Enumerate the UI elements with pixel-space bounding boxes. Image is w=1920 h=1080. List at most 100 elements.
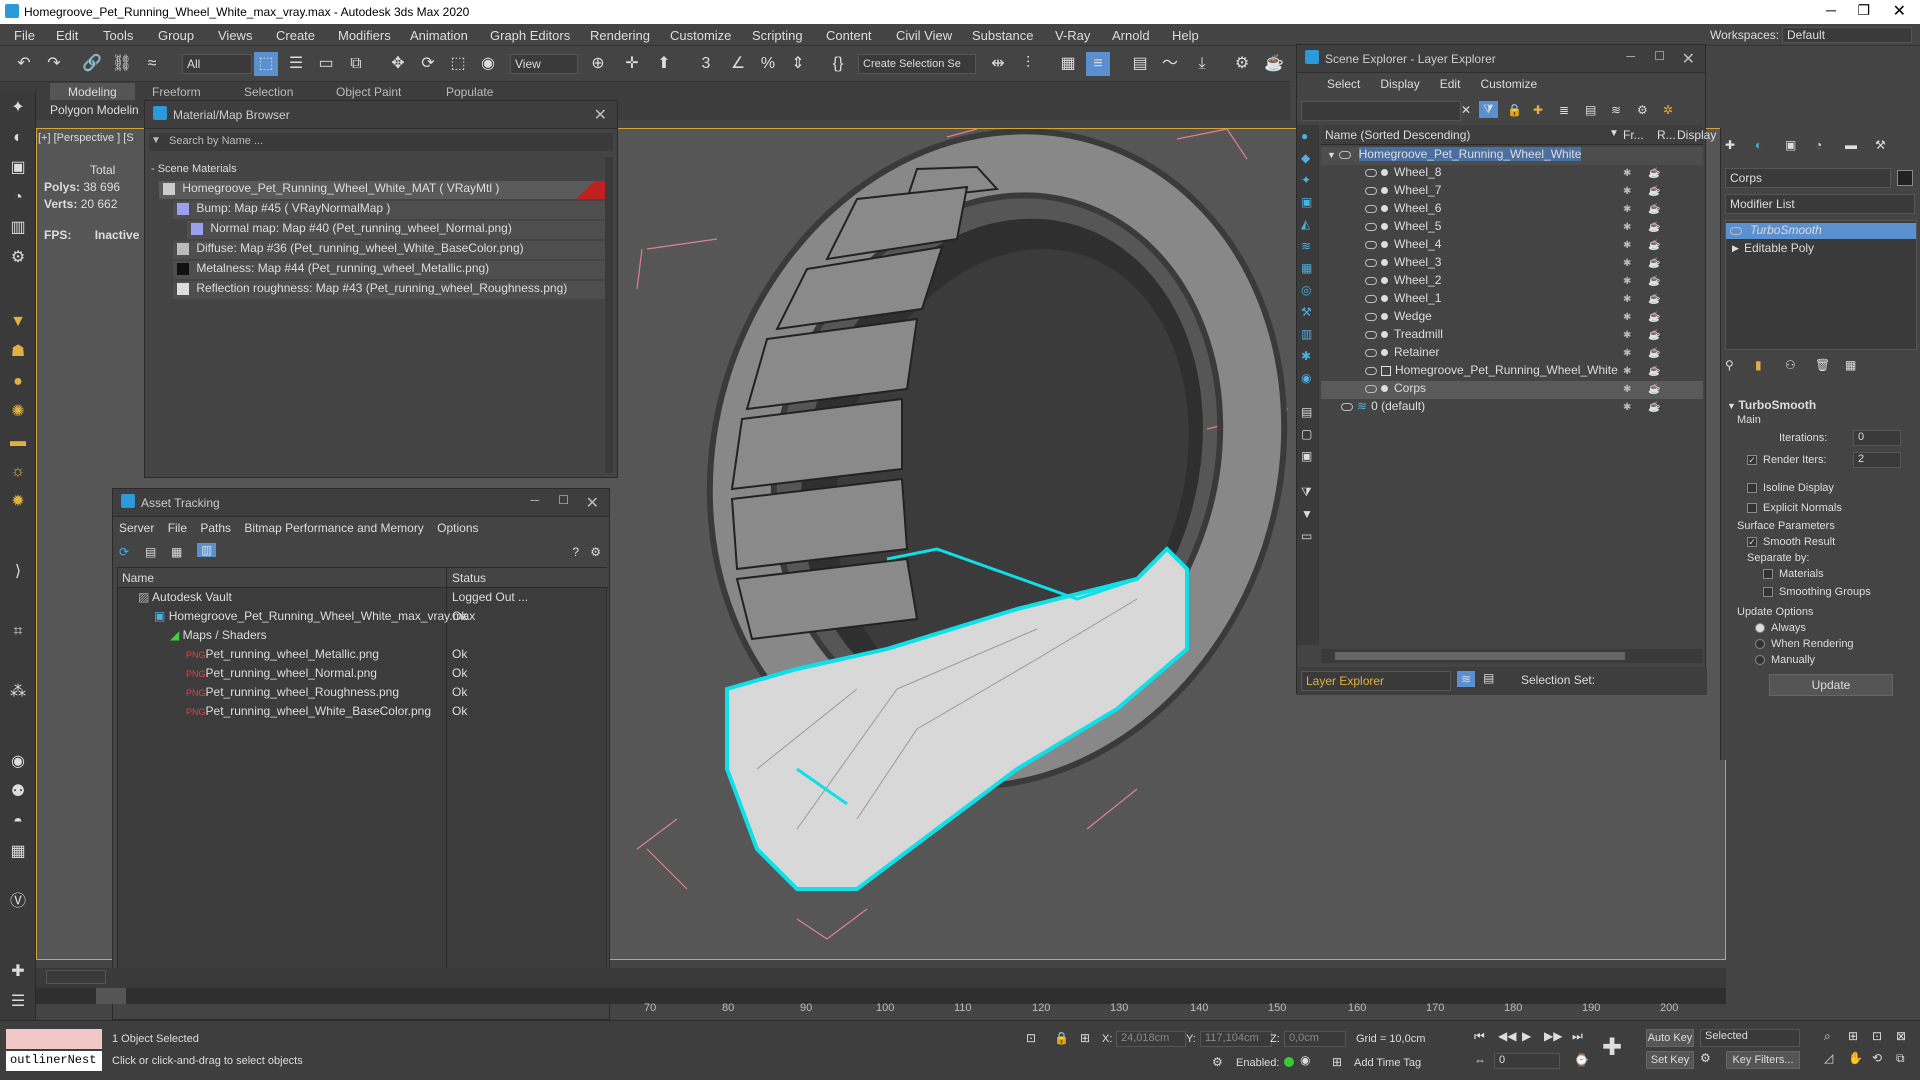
- display-all-icon[interactable]: ▤: [1301, 405, 1312, 419]
- grid-icon[interactable]: ▦: [6, 840, 30, 864]
- pin-stack-icon[interactable]: ⚲: [1725, 358, 1734, 372]
- auto-key-button[interactable]: Auto Key: [1646, 1029, 1694, 1047]
- when-rendering-row[interactable]: When Rendering: [1755, 638, 1854, 650]
- scene-search-input[interactable]: [1301, 101, 1461, 121]
- menu-scripting[interactable]: Scripting: [752, 28, 803, 43]
- minimize-icon[interactable]: ─: [1826, 2, 1836, 18]
- smooth-result-checkbox[interactable]: ✓: [1747, 537, 1757, 548]
- table-row[interactable]: PNGPet_running_wheel_White_BaseColor.png: [186, 704, 431, 722]
- placement-icon[interactable]: ◉: [476, 52, 500, 76]
- menu-arnold[interactable]: Arnold: [1112, 28, 1150, 43]
- eye-icon[interactable]: [1365, 222, 1377, 231]
- keyboard-shortcut-icon[interactable]: ⬆: [652, 52, 676, 76]
- tab-freeform[interactable]: Freeform: [152, 83, 201, 100]
- stack-item-editable-poly[interactable]: ▶ Editable Poly: [1726, 241, 1916, 257]
- scale-icon[interactable]: ⬚: [446, 52, 470, 76]
- track-bar-cursor[interactable]: [96, 988, 126, 1004]
- explicit-normals-row[interactable]: Explicit Normals: [1747, 502, 1842, 514]
- tree-item[interactable]: Wheel_2: [1365, 273, 1441, 291]
- col-name[interactable]: Name: [122, 571, 154, 585]
- expand-icon[interactable]: ▼: [1327, 150, 1336, 160]
- zoom-all-icon[interactable]: ⊞: [1848, 1029, 1858, 1043]
- eye-icon[interactable]: [1365, 240, 1377, 249]
- display-shapes-icon[interactable]: ◆: [1301, 151, 1310, 165]
- display-xrefs-icon[interactable]: ◎: [1301, 283, 1311, 297]
- maximize-icon[interactable]: ☐: [558, 493, 569, 507]
- key-mode-icon[interactable]: ⇔: [1474, 1053, 1486, 1067]
- filter-funnel-icon[interactable]: ⧩: [1301, 485, 1312, 500]
- display-icon[interactable]: ▥: [6, 216, 30, 240]
- x-coordinate-field[interactable]: 24,018cm: [1116, 1031, 1186, 1047]
- create-tab-icon[interactable]: ✚: [1725, 138, 1735, 152]
- tree-item[interactable]: Wedge: [1365, 309, 1432, 327]
- eye-icon[interactable]: [1365, 312, 1377, 321]
- create-icon[interactable]: ✦: [6, 96, 30, 120]
- materials-row[interactable]: Materials: [1763, 568, 1824, 580]
- expand-icon[interactable]: ▶: [1732, 243, 1739, 254]
- menu-options[interactable]: Options: [437, 521, 478, 535]
- layer-stack-icon[interactable]: ≋: [1611, 103, 1621, 117]
- smoothing-groups-row[interactable]: Smoothing Groups: [1763, 586, 1871, 598]
- map-item-diffuse[interactable]: Diffuse: Map #36 (Pet_running_wheel_Whit…: [173, 241, 605, 259]
- grass-icon[interactable]: ⁂: [6, 680, 30, 704]
- eye-icon[interactable]: [1365, 258, 1377, 267]
- snaps-toggle-icon[interactable]: 3: [694, 52, 718, 76]
- display-none-icon[interactable]: ▢: [1301, 427, 1312, 441]
- next-frame-icon[interactable]: ▶▶: [1544, 1029, 1562, 1043]
- display-invert-icon[interactable]: ▣: [1301, 449, 1312, 463]
- go-to-start-icon[interactable]: ⏮: [1474, 1029, 1485, 1044]
- menu-select[interactable]: Select: [1327, 77, 1360, 91]
- eye-icon[interactable]: [1365, 276, 1377, 285]
- viewport-label[interactable]: [+] [Perspective ] [S: [38, 132, 134, 144]
- layer-tools-icon[interactable]: ▤: [1585, 103, 1596, 117]
- stack-item-turbosmooth[interactable]: TurboSmooth: [1726, 223, 1916, 239]
- col-renderable[interactable]: R...: [1657, 128, 1676, 142]
- render-iters-checkbox[interactable]: ✓: [1747, 455, 1757, 466]
- named-selection-dropdown[interactable]: Create Selection Se: [858, 54, 976, 74]
- menu-edit[interactable]: Edit: [1440, 77, 1461, 91]
- tree-item[interactable]: Wheel_4: [1365, 237, 1441, 255]
- rotate-icon[interactable]: ⟳: [416, 52, 440, 76]
- key-set-dropdown[interactable]: Selected: [1700, 1029, 1800, 1047]
- manually-row[interactable]: Manually: [1755, 654, 1815, 666]
- selection-lock-icon[interactable]: 🔒: [1054, 1031, 1069, 1045]
- filter-icon[interactable]: ▼: [1301, 507, 1313, 521]
- key-filter-icon[interactable]: ⚙: [1700, 1051, 1711, 1065]
- table-row[interactable]: ▣ Homegroove_Pet_Running_Wheel_White_max…: [154, 609, 475, 627]
- rollout-title[interactable]: ▼ TurboSmooth: [1727, 398, 1816, 412]
- zoom-extents-all-icon[interactable]: ⊠: [1896, 1029, 1906, 1043]
- eye-icon[interactable]: [1365, 168, 1377, 177]
- tree-layer-default[interactable]: ≋ 0 (default): [1341, 399, 1425, 417]
- make-unique-icon[interactable]: ⚇: [1785, 358, 1796, 372]
- eye-icon[interactable]: [1365, 294, 1377, 303]
- helper-icon[interactable]: ⌗: [6, 620, 30, 644]
- menu-tools[interactable]: Tools: [103, 28, 133, 43]
- when-rendering-radio[interactable]: [1755, 639, 1765, 650]
- render-iters-spinner[interactable]: 2: [1853, 452, 1901, 468]
- eye-icon[interactable]: [1365, 384, 1377, 393]
- material-editor-icon[interactable]: ⚙: [1230, 52, 1254, 76]
- eye-icon[interactable]: [1730, 227, 1742, 235]
- show-end-result-icon[interactable]: ▮: [1755, 358, 1762, 372]
- tree-item[interactable]: Homegroove_Pet_Running_Wheel_White: [1365, 363, 1618, 381]
- material-search-input[interactable]: Search by Name ...: [149, 133, 613, 151]
- menu-help[interactable]: Help: [1172, 28, 1199, 43]
- play-icon[interactable]: ▶: [1522, 1029, 1531, 1043]
- eye-icon[interactable]: [1365, 186, 1377, 195]
- manually-radio[interactable]: [1755, 655, 1765, 666]
- map-item-roughness[interactable]: Reflection roughness: Map #43 (Pet_runni…: [173, 281, 605, 299]
- col-status[interactable]: Status: [452, 571, 486, 585]
- menu-rendering[interactable]: Rendering: [590, 28, 650, 43]
- menu-file[interactable]: File: [14, 28, 35, 43]
- light-bulb-icon[interactable]: ✲: [1663, 103, 1673, 117]
- table-row[interactable]: ◢ Maps / Shaders: [170, 628, 267, 646]
- menu-paths[interactable]: Paths: [200, 521, 231, 535]
- tree-item[interactable]: Wheel_6: [1365, 201, 1441, 219]
- sphere-icon[interactable]: ●: [6, 370, 30, 394]
- maximize-viewport-icon[interactable]: ⧉: [1896, 1051, 1905, 1066]
- object-name-input[interactable]: Corps: [1725, 168, 1891, 188]
- minimize-icon[interactable]: ─: [1626, 49, 1635, 63]
- menu-bitmap-performance[interactable]: Bitmap Performance and Memory: [244, 521, 423, 535]
- display-bones-icon[interactable]: ⚒: [1301, 305, 1312, 319]
- window-crossing-icon[interactable]: ⧉: [344, 52, 368, 76]
